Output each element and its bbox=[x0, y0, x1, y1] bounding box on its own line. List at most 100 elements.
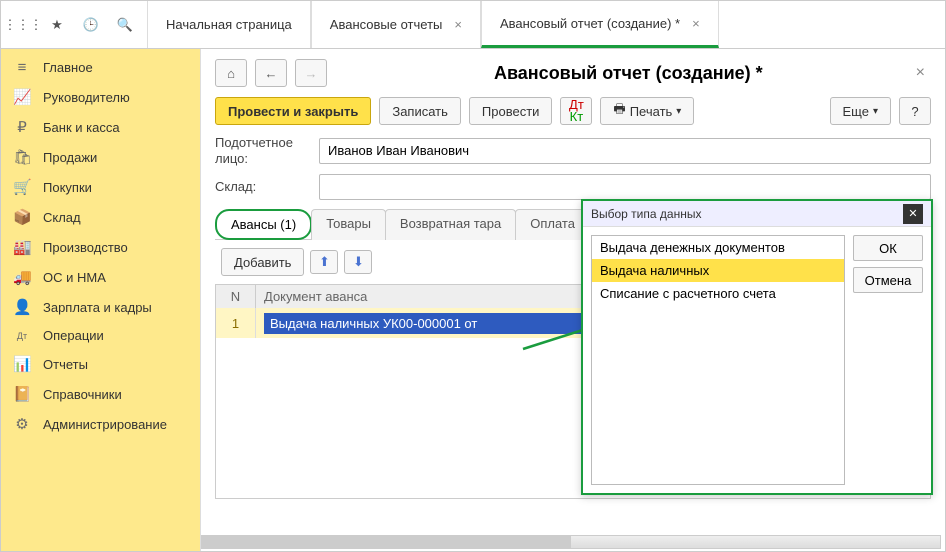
dialog-close-button[interactable]: ✕ bbox=[903, 204, 923, 224]
scrollbar-thumb[interactable] bbox=[202, 536, 571, 548]
list-item[interactable]: Выдача денежных документов bbox=[592, 236, 844, 259]
horizontal-scrollbar[interactable] bbox=[201, 535, 941, 549]
tab-advance-reports[interactable]: Авансовые отчеты × bbox=[311, 1, 481, 48]
sidebar-item-label: Склад bbox=[43, 210, 81, 225]
move-up-button[interactable]: ⬆ bbox=[310, 250, 338, 274]
sidebar-item-label: Справочники bbox=[43, 387, 122, 402]
form-row-person: Подотчетное лицо: Иванов Иван Иванович bbox=[215, 135, 931, 166]
book-icon: 📔 bbox=[13, 385, 31, 403]
post-button[interactable]: Провести bbox=[469, 97, 553, 125]
dtkt-icon: Дт bbox=[13, 331, 31, 341]
sidebar-item-manager[interactable]: 📈 Руководителю bbox=[1, 82, 200, 112]
tab-payment[interactable]: Оплата bbox=[515, 209, 590, 240]
ok-button[interactable]: ОК bbox=[853, 235, 923, 261]
truck-icon: 🚚 bbox=[13, 268, 31, 286]
sidebar-item-label: Руководителю bbox=[43, 90, 130, 105]
close-icon[interactable]: × bbox=[692, 16, 700, 31]
printer-icon: 🖶 bbox=[613, 100, 625, 122]
chevron-down-icon: ▾ bbox=[873, 106, 878, 117]
back-button[interactable]: ← bbox=[255, 59, 287, 87]
sidebar-item-label: Главное bbox=[43, 60, 93, 75]
factory-icon: 🏭 bbox=[13, 238, 31, 256]
tab-returnable[interactable]: Возвратная тара bbox=[385, 209, 516, 240]
close-icon[interactable]: × bbox=[454, 17, 462, 32]
print-button[interactable]: 🖶 Печать▾ bbox=[600, 97, 694, 125]
button-label: ОК bbox=[879, 241, 897, 256]
home-button[interactable]: ⌂ bbox=[215, 59, 247, 87]
list-item-label: Выдача денежных документов bbox=[600, 240, 785, 255]
sidebar-item-reports[interactable]: 📊Отчеты bbox=[1, 349, 200, 379]
close-icon[interactable]: × bbox=[910, 64, 931, 82]
sidebar-item-assets[interactable]: 🚚 ОС и НМА bbox=[1, 262, 200, 292]
chevron-down-icon: ▾ bbox=[676, 106, 681, 117]
cell-n: 1 bbox=[216, 308, 256, 338]
dialog-title-bar: Выбор типа данных ✕ bbox=[583, 201, 931, 227]
person-input[interactable]: Иванов Иван Иванович bbox=[319, 138, 931, 164]
cart-icon: 🛒 bbox=[13, 178, 31, 196]
dtkt-button[interactable]: ДтКт bbox=[560, 97, 592, 125]
sidebar-item-label: Отчеты bbox=[43, 357, 88, 372]
gear-icon: ⚙ bbox=[13, 415, 31, 433]
add-row-button[interactable]: Добавить bbox=[221, 248, 304, 276]
tab-label: Начальная страница bbox=[166, 17, 292, 32]
menu-icon: ≡ bbox=[13, 59, 31, 76]
sidebar-item-hr[interactable]: 👤 Зарплата и кадры bbox=[1, 292, 200, 322]
apps-icon[interactable]: ⋮⋮⋮ bbox=[9, 11, 37, 39]
tab-goods[interactable]: Товары bbox=[311, 209, 386, 240]
dialog-buttons: ОК Отмена bbox=[853, 235, 923, 485]
col-n: N bbox=[216, 285, 256, 308]
tab-advance-report-create[interactable]: Авансовый отчет (создание) * × bbox=[481, 1, 719, 48]
sidebar-item-purchases[interactable]: 🛒Покупки bbox=[1, 172, 200, 202]
sidebar-item-label: Администрирование bbox=[43, 417, 167, 432]
content: ⌂ ← → Авансовый отчет (создание) * × Про… bbox=[201, 49, 945, 551]
button-label: Отмена bbox=[865, 273, 912, 288]
button-label: Добавить bbox=[234, 255, 291, 270]
help-button[interactable]: ? bbox=[899, 97, 931, 125]
tab-home[interactable]: Начальная страница bbox=[147, 1, 311, 48]
sidebar-item-label: Банк и касса bbox=[43, 120, 120, 135]
sidebar-item-label: Зарплата и кадры bbox=[43, 300, 152, 315]
post-close-button[interactable]: Провести и закрыть bbox=[215, 97, 371, 125]
list-item[interactable]: Выдача наличных bbox=[592, 259, 844, 282]
sidebar-item-label: Производство bbox=[43, 240, 128, 255]
dialog-body: Выдача денежных документов Выдача наличн… bbox=[583, 227, 931, 493]
button-label: Записать bbox=[392, 104, 448, 119]
sidebar-item-sales[interactable]: 🛍Продажи bbox=[1, 142, 200, 172]
search-icon[interactable]: 🔍 bbox=[111, 11, 139, 39]
tab-label: Авансы (1) bbox=[231, 217, 296, 232]
person-label: Подотчетное лицо: bbox=[215, 135, 311, 166]
tab-label: Авансовый отчет (создание) * bbox=[500, 16, 680, 31]
dialog-title: Выбор типа данных bbox=[591, 207, 903, 221]
list-item-label: Списание с расчетного счета bbox=[600, 286, 776, 301]
cancel-button[interactable]: Отмена bbox=[853, 267, 923, 293]
person-icon: 👤 bbox=[13, 298, 31, 316]
star-icon[interactable]: ★ bbox=[43, 11, 71, 39]
sidebar-item-admin[interactable]: ⚙ Администрирование bbox=[1, 409, 200, 439]
content-header: ⌂ ← → Авансовый отчет (создание) * × bbox=[215, 59, 931, 87]
forward-button[interactable]: → bbox=[295, 59, 327, 87]
more-button[interactable]: Еще▾ bbox=[830, 97, 891, 125]
warehouse-input[interactable] bbox=[319, 174, 931, 200]
sidebar-item-warehouse[interactable]: 📦Склад bbox=[1, 202, 200, 232]
move-down-button[interactable]: ⬇ bbox=[344, 250, 372, 274]
sidebar-item-main[interactable]: ≡ Главное bbox=[1, 53, 200, 82]
sidebar-item-production[interactable]: 🏭 Производство bbox=[1, 232, 200, 262]
chart-icon: 📈 bbox=[13, 88, 31, 106]
dialog-list[interactable]: Выдача денежных документов Выдача наличн… bbox=[591, 235, 845, 485]
tab-advances[interactable]: Авансы (1) bbox=[215, 209, 312, 240]
list-item[interactable]: Списание с расчетного счета bbox=[592, 282, 844, 305]
clipboard-icon[interactable]: 🕒 bbox=[77, 11, 105, 39]
button-label: Печать bbox=[630, 104, 673, 119]
sidebar-item-bank[interactable]: ₽Банк и касса bbox=[1, 112, 200, 142]
button-label: Провести bbox=[482, 104, 540, 119]
type-select-dialog: Выбор типа данных ✕ Выдача денежных доку… bbox=[581, 199, 933, 495]
sidebar-item-label: ОС и НМА bbox=[43, 270, 106, 285]
sidebar-item-references[interactable]: 📔 Справочники bbox=[1, 379, 200, 409]
page-title: Авансовый отчет (создание) * bbox=[355, 63, 902, 84]
save-button[interactable]: Записать bbox=[379, 97, 461, 125]
top-bar: ⋮⋮⋮ ★ 🕒 🔍 Начальная страница Авансовые о… bbox=[1, 1, 945, 49]
tab-label: Возвратная тара bbox=[400, 216, 501, 231]
button-label: Провести и закрыть bbox=[228, 104, 358, 119]
sidebar-item-operations[interactable]: ДтОперации bbox=[1, 322, 200, 349]
sidebar: ≡ Главное 📈 Руководителю ₽Банк и касса 🛍Пр… bbox=[1, 49, 201, 551]
